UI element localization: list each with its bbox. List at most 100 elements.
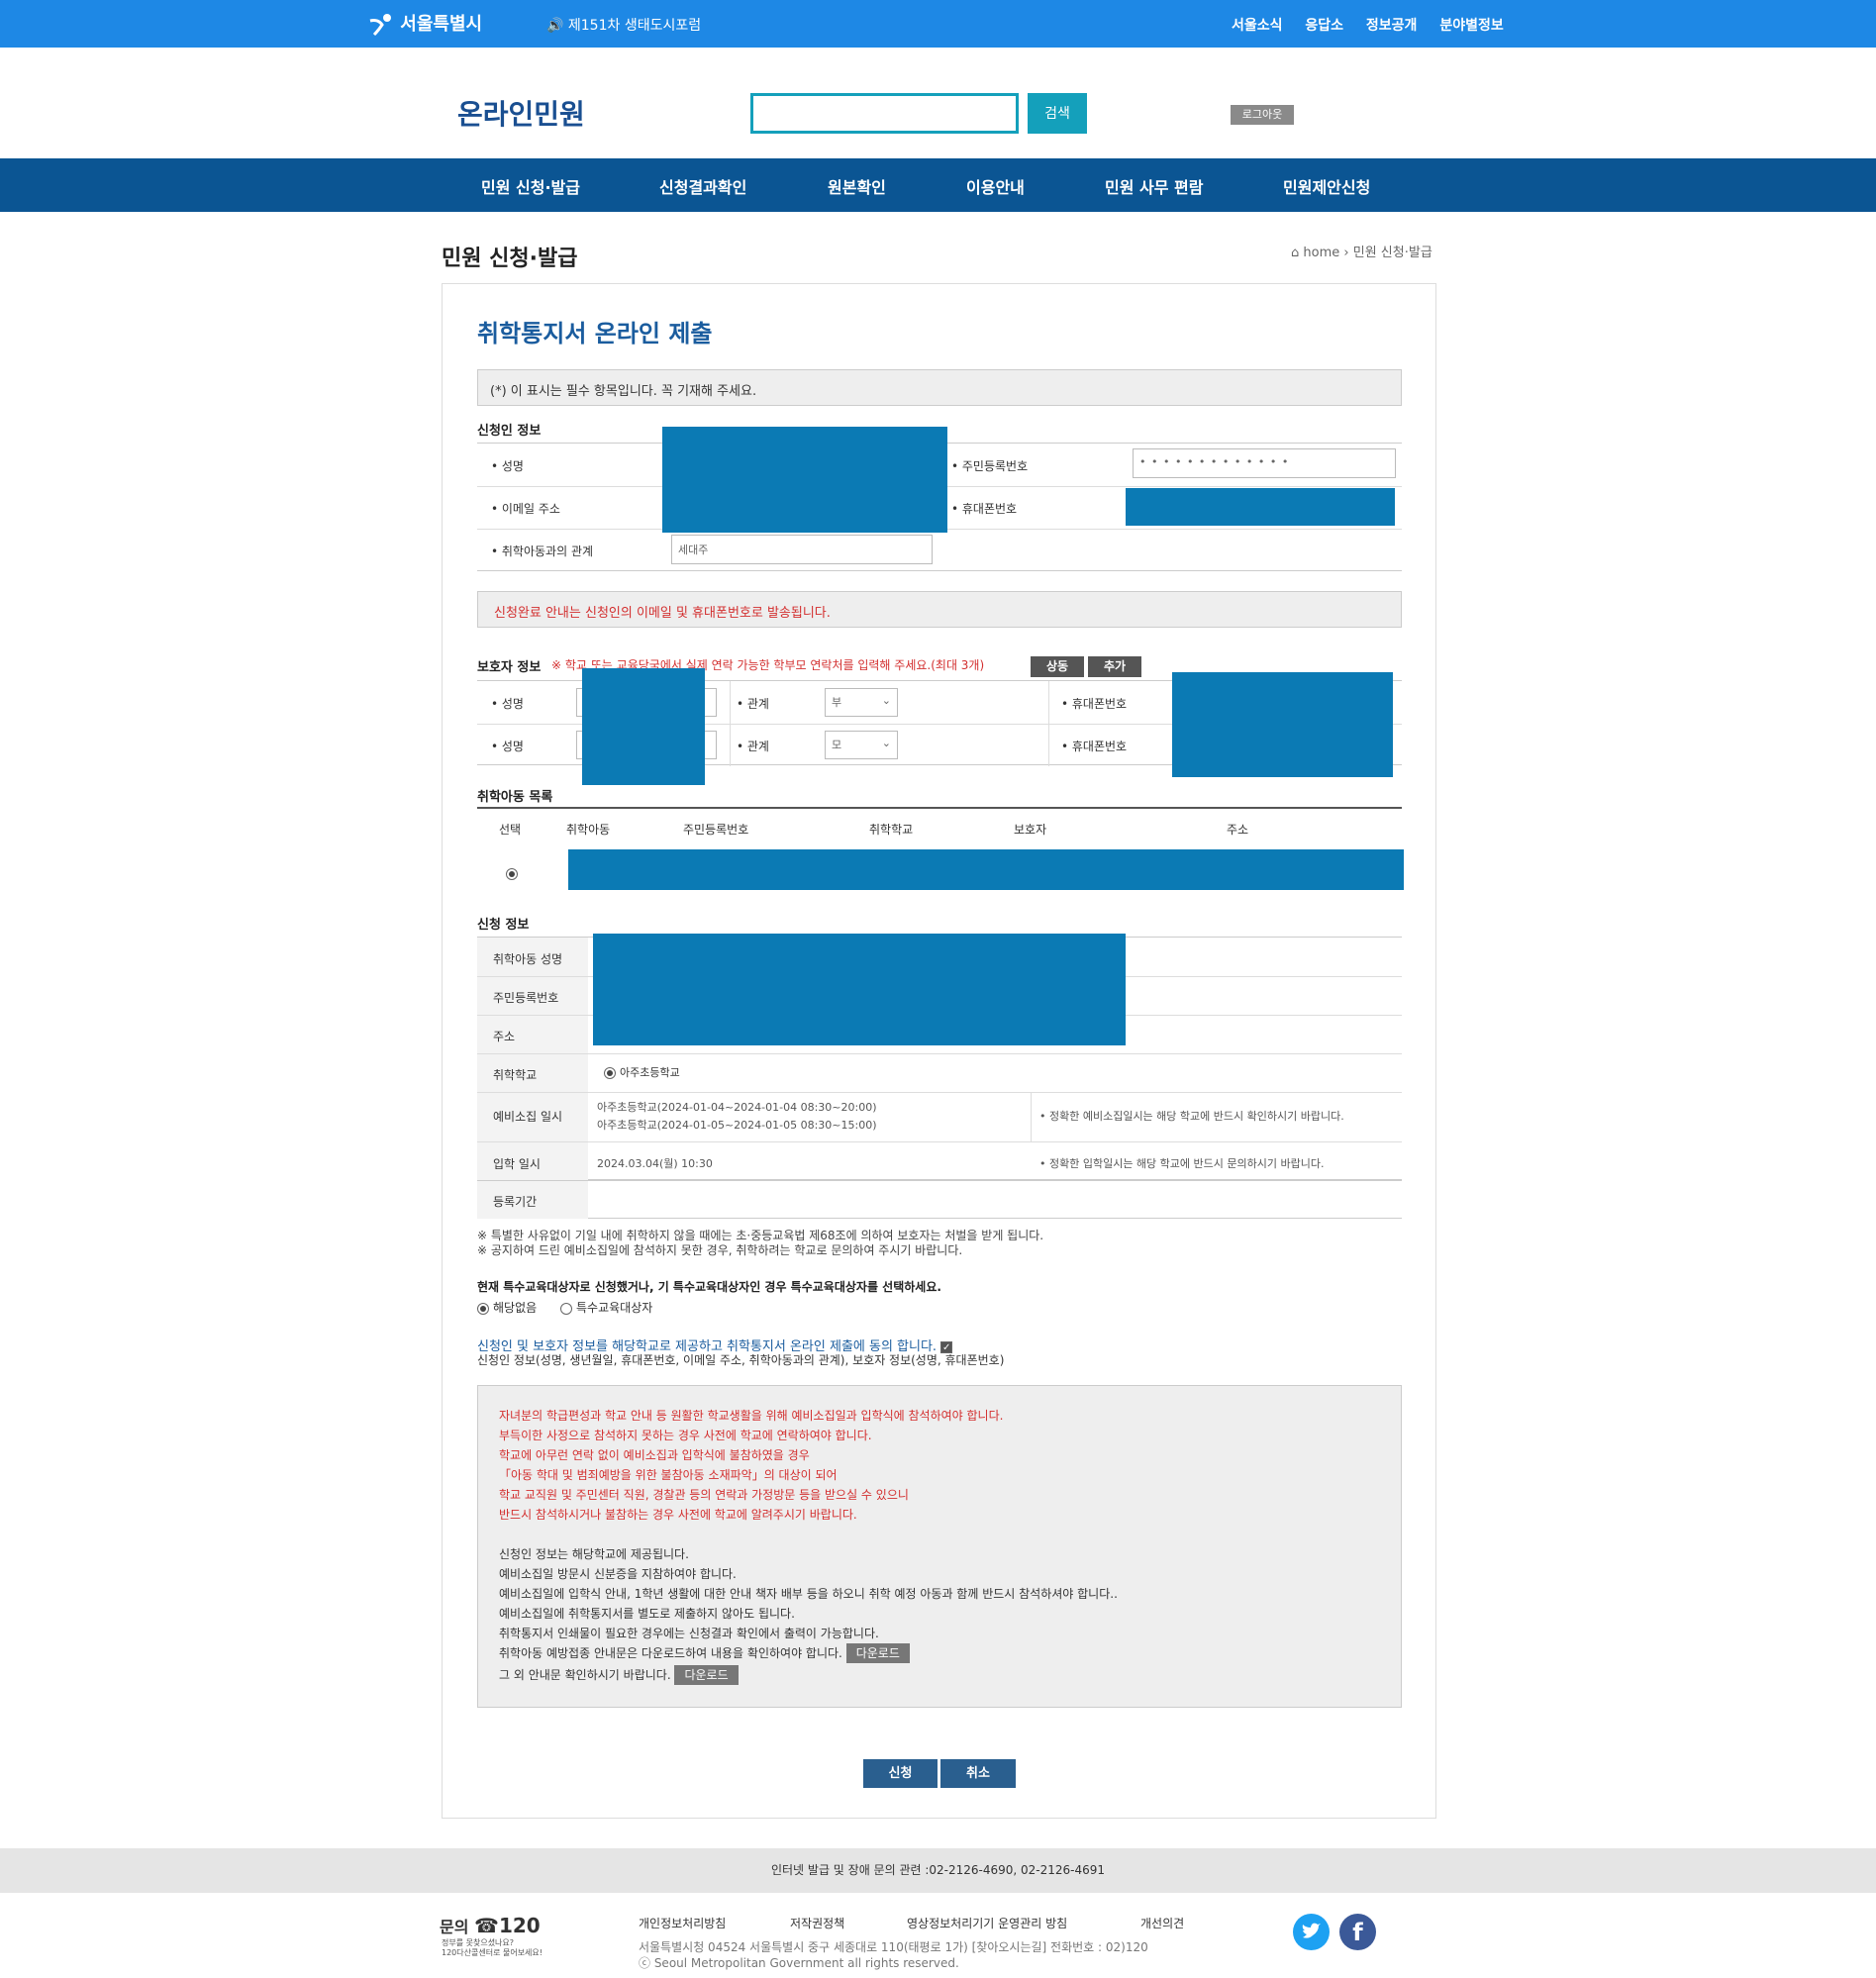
breadcrumb-current: 민원 신청·발급 — [1352, 246, 1432, 260]
guardian1-phone-label: • 휴대폰번호 — [1061, 697, 1128, 711]
special-radio-none[interactable]: 해당없음 — [477, 1299, 537, 1316]
registration-row: 등록기간 — [477, 1180, 1402, 1219]
completion-notice: 신청완료 안내는 신청인의 이메일 및 휴대폰번호로 발송됩니다. — [477, 591, 1402, 628]
cancel-button[interactable]: 취소 — [940, 1759, 1016, 1788]
add-guardian-button[interactable]: 추가 — [1088, 656, 1141, 677]
site-brand[interactable]: 온라인민원 — [457, 93, 585, 133]
footer-phone-sub: 정부를 못찾으셨나요? 120다산콜센터로 물어보세요! — [442, 1938, 543, 1958]
guardian2-relation-value: 모 — [832, 739, 842, 751]
redacted-guardian-phones — [1172, 672, 1393, 777]
special-radio-target[interactable]: 특수교육대상자 — [560, 1299, 652, 1316]
top-links: 서울소식 응답소 정보공개 분야별정보 — [1232, 15, 1522, 35]
logout-button[interactable]: 로그아웃 — [1231, 105, 1294, 125]
top-link-response[interactable]: 응답소 — [1305, 18, 1343, 34]
nav-result[interactable]: 신청결과확인 — [659, 174, 746, 198]
info-2: 예비소집일 방문시 신분증을 지참하여야 합니다. — [499, 1567, 737, 1581]
footer-link-cctv[interactable]: 영상정보처리기기 운영관리 방침 — [907, 1915, 1067, 1931]
prelim-line-1: 아주초등학교(2024-01-04~2024-01-04 08:30~20:00… — [597, 1101, 877, 1114]
radio-selected-icon — [506, 867, 518, 880]
school-radio[interactable]: 아주초등학교 — [604, 1064, 680, 1080]
footer-inquiry-label: 문의 — [440, 1918, 469, 1936]
footer-phone[interactable]: ☎120 — [474, 1914, 541, 1937]
download-other-button[interactable]: 다운로드 — [674, 1665, 739, 1685]
nav-apply[interactable]: 민원 신청·발급 — [481, 174, 580, 198]
entrance-note: • 정확한 입학일시는 해당 학교에 반드시 문의하시기 바랍니다. — [1039, 1157, 1325, 1170]
redacted-applicant-phone — [1126, 488, 1395, 526]
row-address: 주소 — [493, 1030, 516, 1043]
info-6: 취학아동 예방접종 안내문은 다운로드하여 내용을 확인하여야 합니다. 다운로… — [499, 1643, 1380, 1663]
footer-copyright: ⓒ Seoul Metropolitan Government all righ… — [639, 1956, 959, 1970]
email-label: • 이메일 주소 — [491, 502, 560, 516]
col-guardian: 보호자 — [1014, 823, 1047, 837]
footer-link-copyright[interactable]: 저작권정책 — [790, 1915, 844, 1931]
footer-link-feedback[interactable]: 개선의견 — [1140, 1915, 1184, 1931]
info-red-3: 학교에 아무런 연락 없이 예비소집과 입학식에 불참하였을 경우 — [499, 1448, 810, 1462]
redacted-applicant-name-email — [662, 427, 947, 533]
breadcrumb: ⌂ home › 민원 신청·발급 — [1291, 242, 1432, 260]
guardian1-relation-select[interactable]: 부 ⌄ — [825, 688, 898, 717]
chevron-down-icon: ⌄ — [881, 737, 891, 749]
guardian2-name-label: • 성명 — [491, 740, 524, 753]
info-6-text: 취학아동 예방접종 안내문은 다운로드하여 내용을 확인하여야 합니다. — [499, 1646, 842, 1660]
row-rrn: 주민등록번호 — [493, 991, 559, 1005]
info-box: 자녀분의 학급편성과 학교 안내 등 원활한 학교생활을 위해 예비소집일과 입… — [477, 1385, 1402, 1708]
twitter-icon[interactable] — [1293, 1914, 1330, 1950]
footer-address: 서울특별시청 04524 서울특별시 중구 세종대로 110(태평로 1가) [… — [639, 1940, 1148, 1954]
info-4: 예비소집일에 취학통지서를 별도로 제출하지 않아도 됩니다. — [499, 1607, 795, 1621]
radio-selected-icon — [604, 1067, 616, 1079]
redacted-child-row — [568, 849, 1404, 890]
applicant-section-title: 신청인 정보 — [477, 424, 542, 439]
same-button[interactable]: 상동 — [1031, 656, 1084, 677]
row-entrance: 입학 일시 — [493, 1157, 541, 1171]
rrn-field[interactable]: • • • • • • • • • • • • • — [1133, 448, 1396, 478]
seoul-logo-icon — [369, 14, 391, 37]
children-table-header: 선택 취학아동 주민등록번호 취학학교 보호자 주소 — [477, 809, 1402, 845]
nav-guide[interactable]: 이용안내 — [966, 174, 1025, 198]
guardian2-phone-label: • 휴대폰번호 — [1061, 740, 1128, 753]
footer-phone-sub1: 정부를 못찾으셨나요? — [442, 1938, 515, 1947]
col-rrn: 주민등록번호 — [683, 823, 749, 837]
chevron-down-icon: ⌄ — [881, 694, 891, 707]
children-section-title: 취학아동 목록 — [477, 790, 553, 805]
footer-link-privacy[interactable]: 개인정보처리방침 — [639, 1915, 726, 1931]
guardian2-relation-select[interactable]: 모 ⌄ — [825, 731, 898, 759]
top-link-info[interactable]: 정보공개 — [1366, 18, 1418, 34]
guardian1-name-label: • 성명 — [491, 697, 524, 711]
row-registration: 등록기간 — [493, 1195, 538, 1209]
info-7-text: 그 외 안내문 확인하시기 바랍니다. — [499, 1668, 671, 1682]
search-input[interactable] — [750, 93, 1019, 134]
form-heading: 취학통지서 온라인 제출 — [477, 320, 713, 347]
redacted-guardian-names — [582, 668, 705, 785]
row-school: 취학학교 — [493, 1068, 538, 1082]
top-link-field[interactable]: 분야별정보 — [1439, 18, 1503, 34]
footer-phone-sub2: 120다산콜센터로 물어보세요! — [442, 1948, 543, 1957]
guardian2-relation-label: • 관계 — [737, 740, 769, 753]
nav-manual[interactable]: 민원 사무 편람 — [1105, 174, 1203, 198]
guardian-section-title: 보호자 정보 — [477, 660, 542, 675]
seoul-logo-text: 서울특별시 — [400, 14, 483, 35]
nav-proposal[interactable]: 민원제안신청 — [1283, 174, 1370, 198]
top-bar: 서울특별시 🔊 제151차 생태도시포럼 서울소식 응답소 정보공개 분야별정보 — [0, 0, 1876, 48]
info-1: 신청인 정보는 해당학교에 제공됩니다. — [499, 1547, 689, 1561]
breadcrumb-home[interactable]: home — [1303, 246, 1339, 260]
info-red-1: 자녀분의 학급편성과 학교 안내 등 원활한 학교생활을 위해 예비소집일과 입… — [499, 1409, 1004, 1423]
relation-label: • 취학아동과의 관계 — [491, 544, 594, 558]
relation-field[interactable]: 세대주 — [671, 535, 933, 564]
phone-label: • 휴대폰번호 — [951, 502, 1018, 516]
info-7: 그 외 안내문 확인하시기 바랍니다. 다운로드 — [499, 1665, 1380, 1685]
rrn-label: • 주민등록번호 — [951, 459, 1029, 473]
child-select-radio[interactable] — [506, 863, 522, 882]
submit-button[interactable]: 신청 — [863, 1759, 938, 1788]
notice-ticker[interactable]: 🔊 제151차 생태도시포럼 — [546, 15, 701, 35]
top-link-news[interactable]: 서울소식 — [1232, 18, 1283, 34]
nav-verify[interactable]: 원본확인 — [828, 174, 886, 198]
radio-selected-icon — [477, 1302, 489, 1315]
home-icon: ⌂ — [1291, 246, 1300, 260]
seoul-logo[interactable]: 서울특별시 — [368, 10, 482, 37]
info-red-5: 학교 교직원 및 주민센터 직원, 경찰관 등의 연락과 가정방문 등을 받으실… — [499, 1488, 909, 1502]
facebook-icon[interactable]: f — [1339, 1914, 1376, 1950]
apply-section-title: 신청 정보 — [477, 918, 530, 933]
download-vaccine-button[interactable]: 다운로드 — [845, 1643, 910, 1663]
search-button[interactable]: 검색 — [1028, 93, 1087, 134]
prelim-line-2: 아주초등학교(2024-01-05~2024-01-05 08:30~15:00… — [597, 1119, 877, 1132]
